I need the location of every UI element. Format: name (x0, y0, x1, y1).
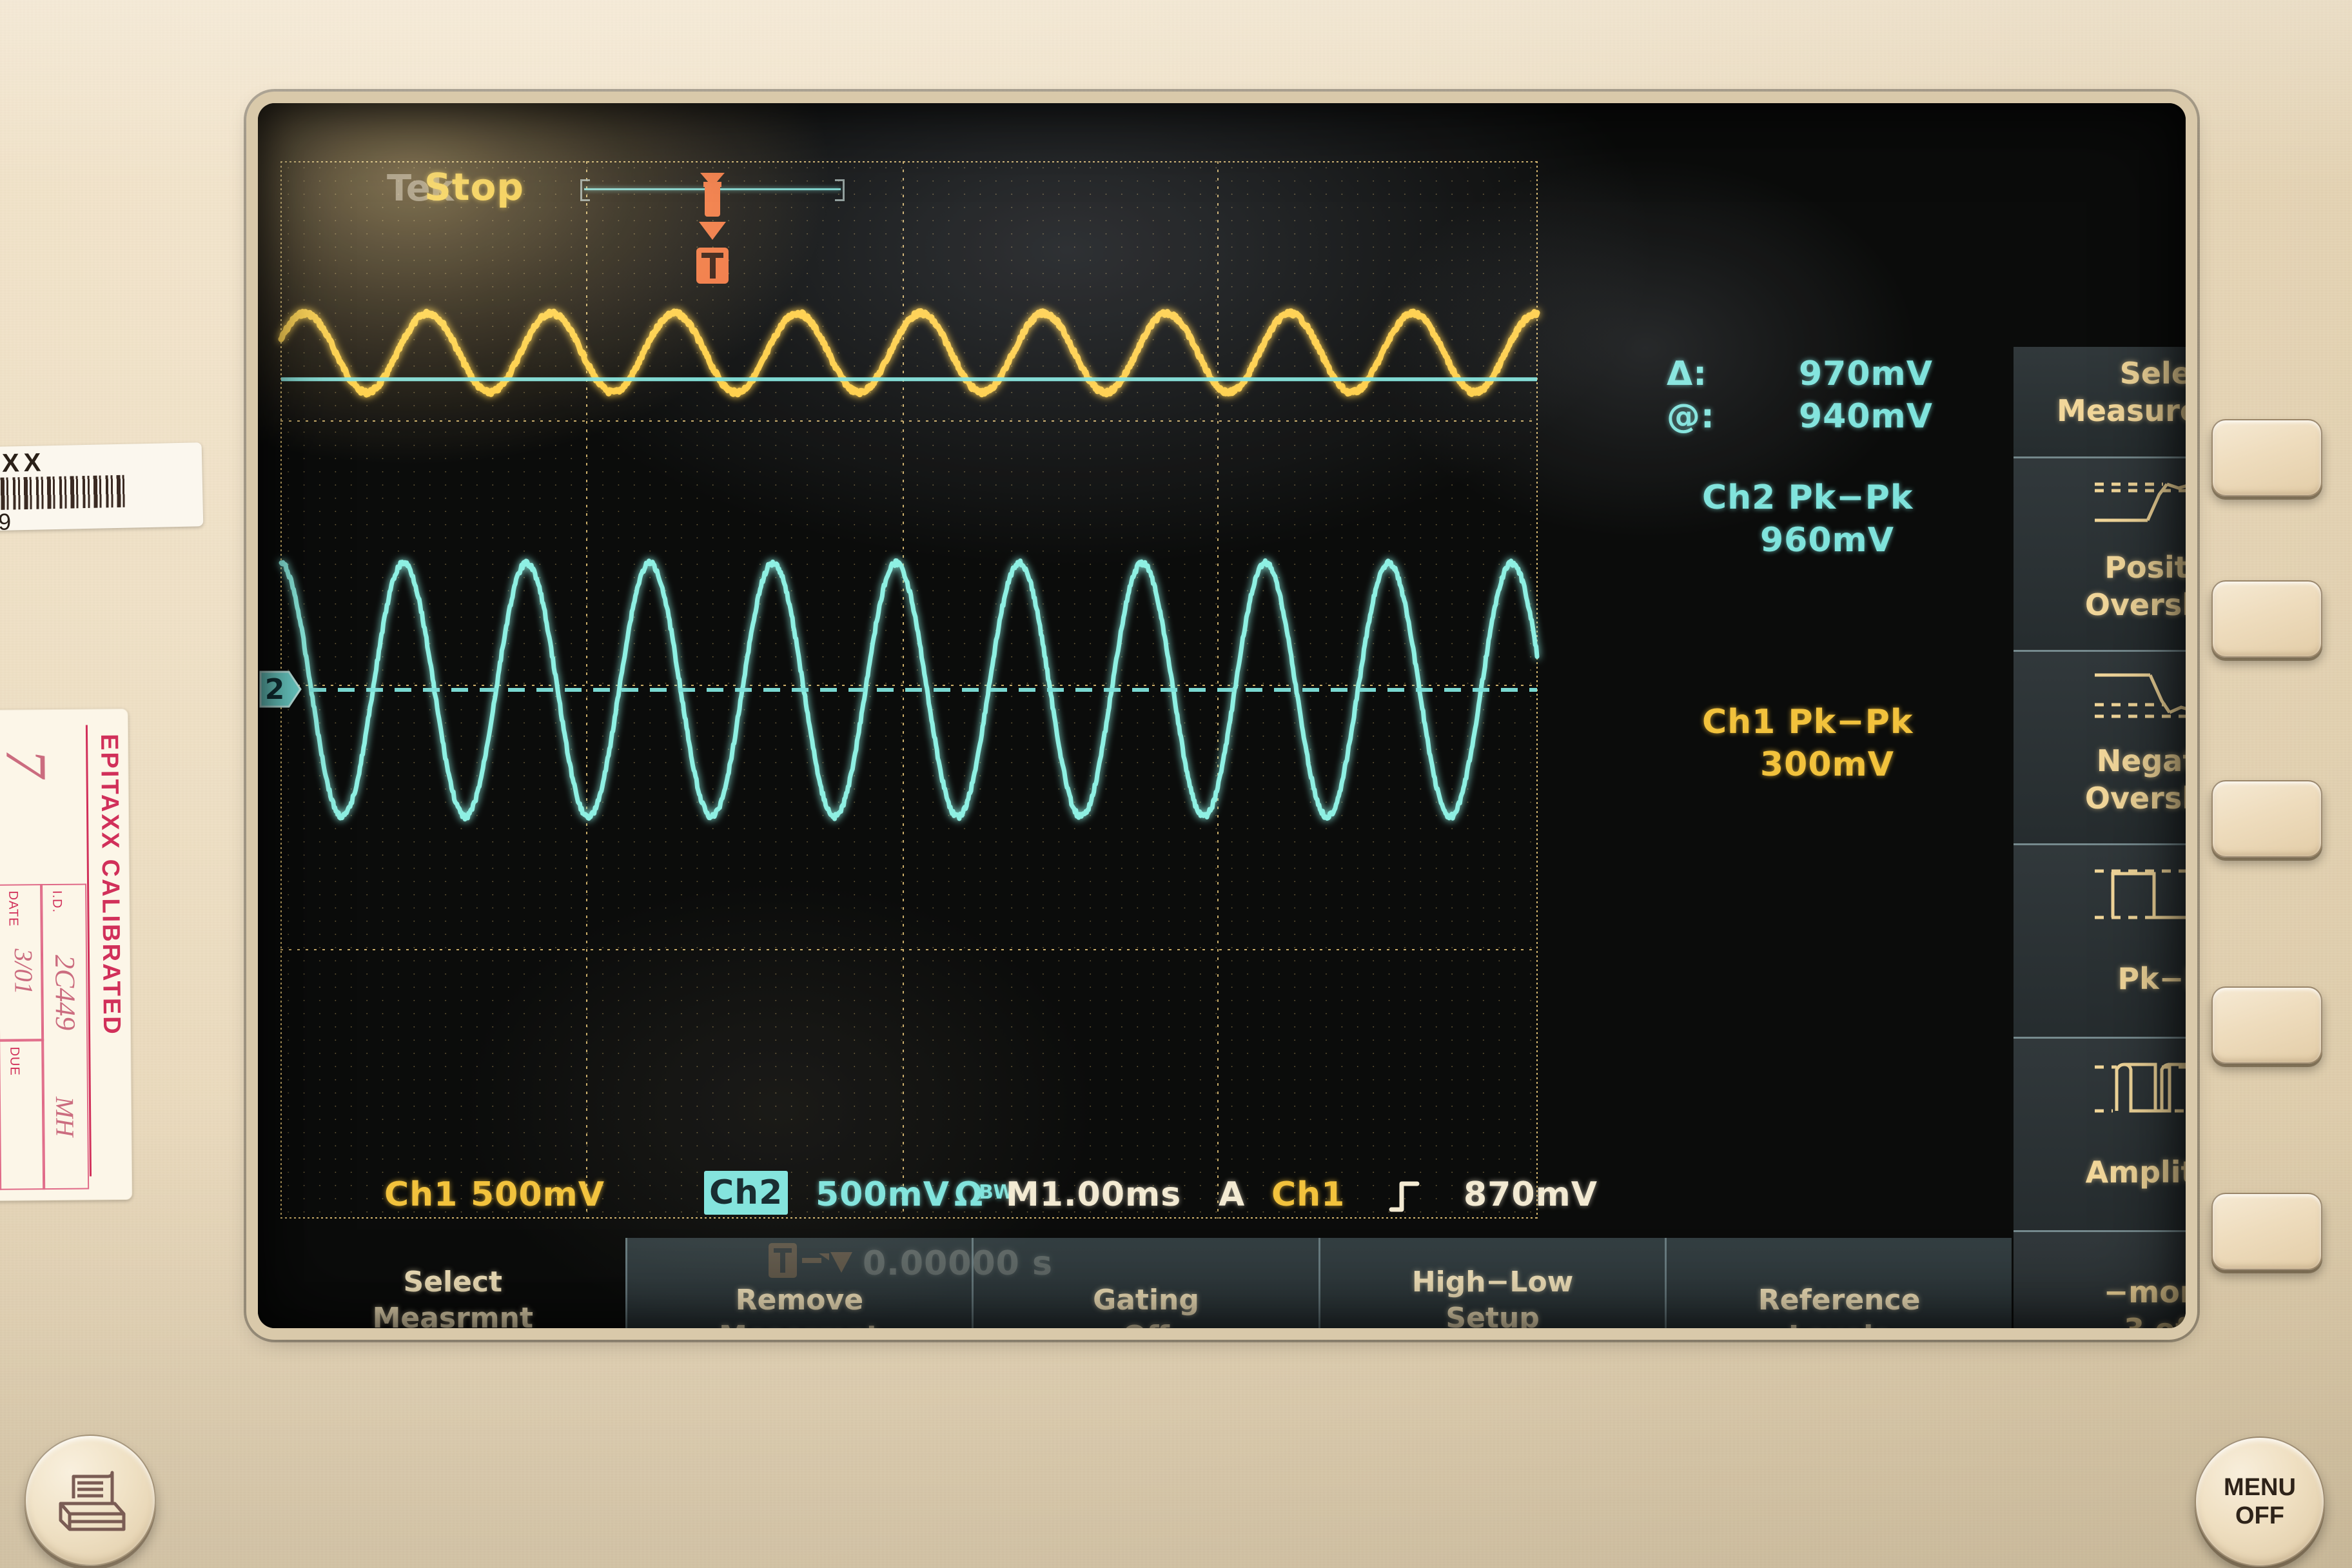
bottom-menu-item-3-line1: High−Low (1411, 1266, 1574, 1298)
menu-off-label-line2: OFF (2235, 1502, 2284, 1529)
bottom-menu-item-2-line1: Gating (1093, 1284, 1199, 1317)
menu-off-label-line1: MENU (2224, 1474, 2296, 1501)
right-menu-header-line1: Select (2119, 356, 2186, 391)
oscilloscope-chassis: AXX 449 EPITAXX CALIBRATED I.D. DATE DUE… (0, 0, 2352, 1568)
right-menu-item-amplitude[interactable]: Amplitude (2014, 1037, 2186, 1232)
status-trigger-source[interactable]: Ch1 (1271, 1175, 1345, 1214)
channel-marker-2-label: 2 (265, 673, 285, 706)
measurement-ch2-name: Ch2 Pk−Pk (1702, 478, 1914, 517)
measurement-ch2-value: 960mV (1760, 521, 1894, 560)
printer-icon (59, 1471, 126, 1531)
right-menu-item-negative-overshoot[interactable]: Negative Overshoot (2014, 650, 2186, 845)
bottom-menu-item-1-line2: Measrmnt (719, 1318, 879, 1328)
bottom-menu-item-reference-levels[interactable]: Reference Levels (1665, 1238, 2012, 1328)
calibration-scribble: 7 (0, 748, 58, 778)
bottom-softkey-menu: Select Measrmnt for Ch2 Remove Measrmnt … (280, 1238, 2012, 1328)
right-menu-item-negative-overshoot-line2: Overshoot (2084, 781, 2186, 816)
right-menu-item-positive-overshoot-line2: Overshoot (2084, 587, 2186, 622)
softkey-button-5[interactable] (2211, 1193, 2322, 1270)
bottom-menu-item-1-line1: Remove (735, 1284, 864, 1317)
bottom-menu-item-3-line2: Setup (1446, 1302, 1540, 1328)
status-ch1-label[interactable]: Ch1 (384, 1175, 458, 1214)
right-menu-item-amplitude-label: Amplitude (2085, 1155, 2186, 1190)
bottom-menu-item-0-line1: Select (403, 1266, 503, 1298)
run-state-label: Stop (424, 165, 524, 209)
status-ch2-label: Ch2 (709, 1173, 783, 1212)
calibration-sticker: EPITAXX CALIBRATED I.D. DATE DUE BY 2C44… (0, 708, 133, 1202)
right-softkey-menu: Select Measurement (2014, 347, 2186, 1328)
right-menu-item-more-line1: −more− (2103, 1275, 2186, 1309)
softkey-button-3[interactable] (2211, 780, 2322, 858)
cursor-delta-label: Δ: (1667, 355, 1708, 393)
rising-edge-icon (1389, 1181, 1420, 1212)
softkey-button-4[interactable] (2211, 986, 2322, 1064)
calibration-field-date: DATE (6, 890, 21, 927)
status-ch2-scale[interactable]: 500mV (816, 1175, 950, 1214)
measurement-ch1-name: Ch1 Pk−Pk (1702, 703, 1914, 741)
right-menu-header-line2: Measurement (2057, 393, 2186, 428)
status-ch2-label-box[interactable]: Ch2 (704, 1171, 789, 1215)
pk-pk-icon (2014, 862, 2186, 926)
bottom-menu-item-0-line2: Measrmnt (372, 1302, 533, 1328)
right-menu-item-pk-pk-label: Pk−Pk (2117, 961, 2186, 996)
barcode-sticker-number: 449 (0, 508, 14, 536)
calibration-field-id: I.D. (50, 890, 64, 914)
barcode-sticker-text: AXX (0, 448, 46, 478)
waveform-ch1 (278, 308, 1540, 398)
menu-off-button[interactable]: MENU OFF (2195, 1436, 2325, 1567)
crt-display: 2 Tek Stop Δ: 970mV @: 940mV Ch2 Pk−Pk 9… (258, 103, 2186, 1328)
calibration-field-due: DUE (7, 1046, 22, 1076)
right-menu-header: Select Measurement (2014, 347, 2186, 456)
calibration-sticker-title: EPITAXX CALIBRATED (95, 734, 126, 1036)
cursor-at-label: @: (1667, 397, 1715, 436)
barcode-bars (0, 475, 128, 511)
calibration-by-value: MH (50, 1096, 80, 1137)
barcode-sticker: AXX 449 (0, 442, 204, 536)
calibration-sticker-grid: I.D. DATE DUE BY 2C449 3/01 3/02 MH (0, 883, 90, 1191)
right-menu-item-positive-overshoot[interactable]: Positive Overshoot (2014, 456, 2186, 652)
bottom-menu-item-high-low-setup[interactable]: High−Low Setup Auto (1318, 1238, 1665, 1328)
calibration-date-value: 3/01 (8, 948, 39, 995)
right-menu-item-pk-pk[interactable]: Pk−Pk (2014, 843, 2186, 1039)
status-ch1-scale[interactable]: 500mV (471, 1175, 605, 1214)
hardcopy-print-button[interactable] (24, 1435, 156, 1566)
bottom-menu-item-gating[interactable]: Gating Off (972, 1238, 1318, 1328)
negative-overshoot-icon (2014, 665, 2186, 727)
status-timebase[interactable]: M1.00ms (1006, 1175, 1181, 1214)
bottom-menu-item-4-line2: Levels (1788, 1318, 1890, 1328)
bottom-menu-item-remove-measurement[interactable]: Remove Measrmnt (625, 1238, 972, 1328)
cursor-at-value: 940mV (1799, 397, 1933, 436)
right-menu-item-negative-overshoot-line1: Negative (2096, 743, 2186, 778)
trigger-level-t-icon[interactable] (692, 245, 732, 289)
right-menu-item-more[interactable]: −more− 3 of 6 (2014, 1230, 2186, 1328)
bottom-menu-item-4-line1: Reference (1758, 1284, 1921, 1317)
bottom-menu-item-2-line2: Off (1122, 1318, 1170, 1328)
channel-marker-2[interactable]: 2 (259, 669, 302, 709)
softkey-button-1[interactable] (2211, 419, 2322, 496)
calibration-id-value: 2C449 (49, 954, 82, 1031)
status-trigger-prefix: A (1219, 1175, 1246, 1214)
cursor-delta-value: 970mV (1799, 355, 1933, 393)
bottom-menu-item-select-measurement[interactable]: Select Measrmnt for Ch2 (280, 1238, 625, 1328)
positive-overshoot-icon (2014, 471, 2186, 533)
measurement-ch1-value: 300mV (1760, 745, 1894, 784)
right-menu-item-more-line2: 3 of 6 (2014, 1312, 2186, 1328)
amplitude-icon (2014, 1055, 2186, 1120)
status-trigger-level[interactable]: 870mV (1464, 1175, 1598, 1214)
right-menu-item-positive-overshoot-line1: Positive (2104, 550, 2186, 585)
crt-screen: 2 Tek Stop Δ: 970mV @: 940mV Ch2 Pk−Pk 9… (258, 103, 2186, 1328)
softkey-button-2[interactable] (2211, 580, 2322, 658)
